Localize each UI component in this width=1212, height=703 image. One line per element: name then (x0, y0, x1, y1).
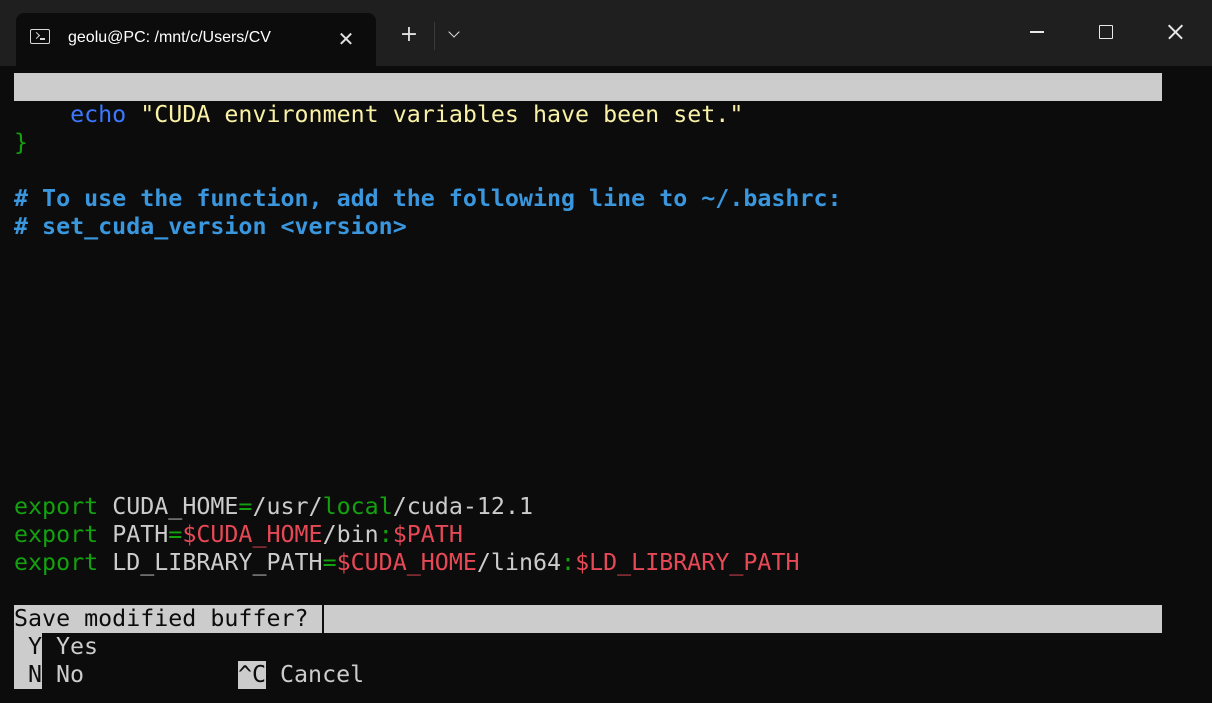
var-name: LD_LIBRARY_PATH (112, 549, 323, 576)
export-line: export LD_LIBRARY_PATH=$CUDA_HOME/lin64:… (14, 549, 799, 577)
title-bar: geolu@PC: /mnt/c/Users/CV ✕ + (0, 0, 1212, 66)
export-keyword: export (14, 521, 99, 548)
yes-label[interactable]: Yes (56, 633, 98, 661)
equals: = (238, 493, 253, 520)
yes-key[interactable]: Y (14, 633, 42, 661)
close-tab-icon[interactable]: ✕ (334, 27, 358, 51)
file-path: /home/geolu/.bashrc * (490, 129, 785, 156)
path-segment: /usr/ (252, 493, 323, 520)
terminal-tab[interactable]: geolu@PC: /mnt/c/Users/CV ✕ (16, 13, 376, 66)
export-line: export CUDA_HOME=/usr/local/cuda-12.1 (14, 493, 533, 521)
export-keyword: export (14, 493, 99, 520)
prompt-text: Save modified buffer? (14, 605, 309, 632)
comment-line: # To use the function, add the following… (14, 185, 842, 212)
colon: : (378, 521, 393, 548)
save-prompt[interactable]: Save modified buffer? (14, 605, 1162, 633)
var-ref: $CUDA_HOME (336, 549, 477, 576)
var-ref: $LD_LIBRARY_PATH (575, 549, 800, 576)
equals: = (322, 549, 337, 576)
text-cursor (322, 605, 324, 633)
terminal-area[interactable]: GNU nano 6.2 /home/geolu/.bashrc * echo … (14, 73, 1174, 703)
path-segment: /bin (322, 521, 379, 548)
var-name: CUDA_HOME (112, 493, 239, 520)
terminal-icon (30, 29, 50, 44)
no-label[interactable]: No (56, 661, 84, 689)
editor-line: echo "CUDA environment variables have be… (14, 101, 743, 129)
path-segment: /lin64 (476, 549, 562, 576)
new-tab-button[interactable]: + (396, 22, 422, 48)
equals: = (168, 521, 183, 548)
echo-string: "CUDA environment variables have been se… (140, 101, 744, 128)
cancel-label[interactable]: Cancel (280, 661, 364, 689)
close-window-button[interactable] (1152, 14, 1198, 50)
nano-header: GNU nano 6.2 /home/geolu/.bashrc * (14, 73, 1162, 156)
titlebar-divider (434, 22, 435, 50)
path-segment: /cuda-12.1 (392, 493, 533, 520)
closing-brace: } (14, 129, 29, 156)
path-segment: local (322, 493, 393, 520)
export-line: export PATH=$CUDA_HOME/bin:$PATH (14, 521, 463, 549)
maximize-button[interactable] (1083, 14, 1129, 50)
cancel-key[interactable]: ^C (238, 661, 266, 689)
chevron-down-icon[interactable] (446, 28, 464, 46)
tab-title: geolu@PC: /mnt/c/Users/CV (68, 29, 271, 46)
comment-line: # set_cuda_version <version> (14, 213, 407, 240)
var-ref: $CUDA_HOME (182, 521, 323, 548)
echo-keyword: echo (70, 101, 127, 128)
export-keyword: export (14, 549, 99, 576)
var-name: PATH (112, 521, 169, 548)
var-ref: $PATH (392, 521, 463, 548)
colon: : (561, 549, 576, 576)
no-key[interactable]: N (14, 661, 42, 689)
minimize-button[interactable] (1014, 14, 1060, 50)
